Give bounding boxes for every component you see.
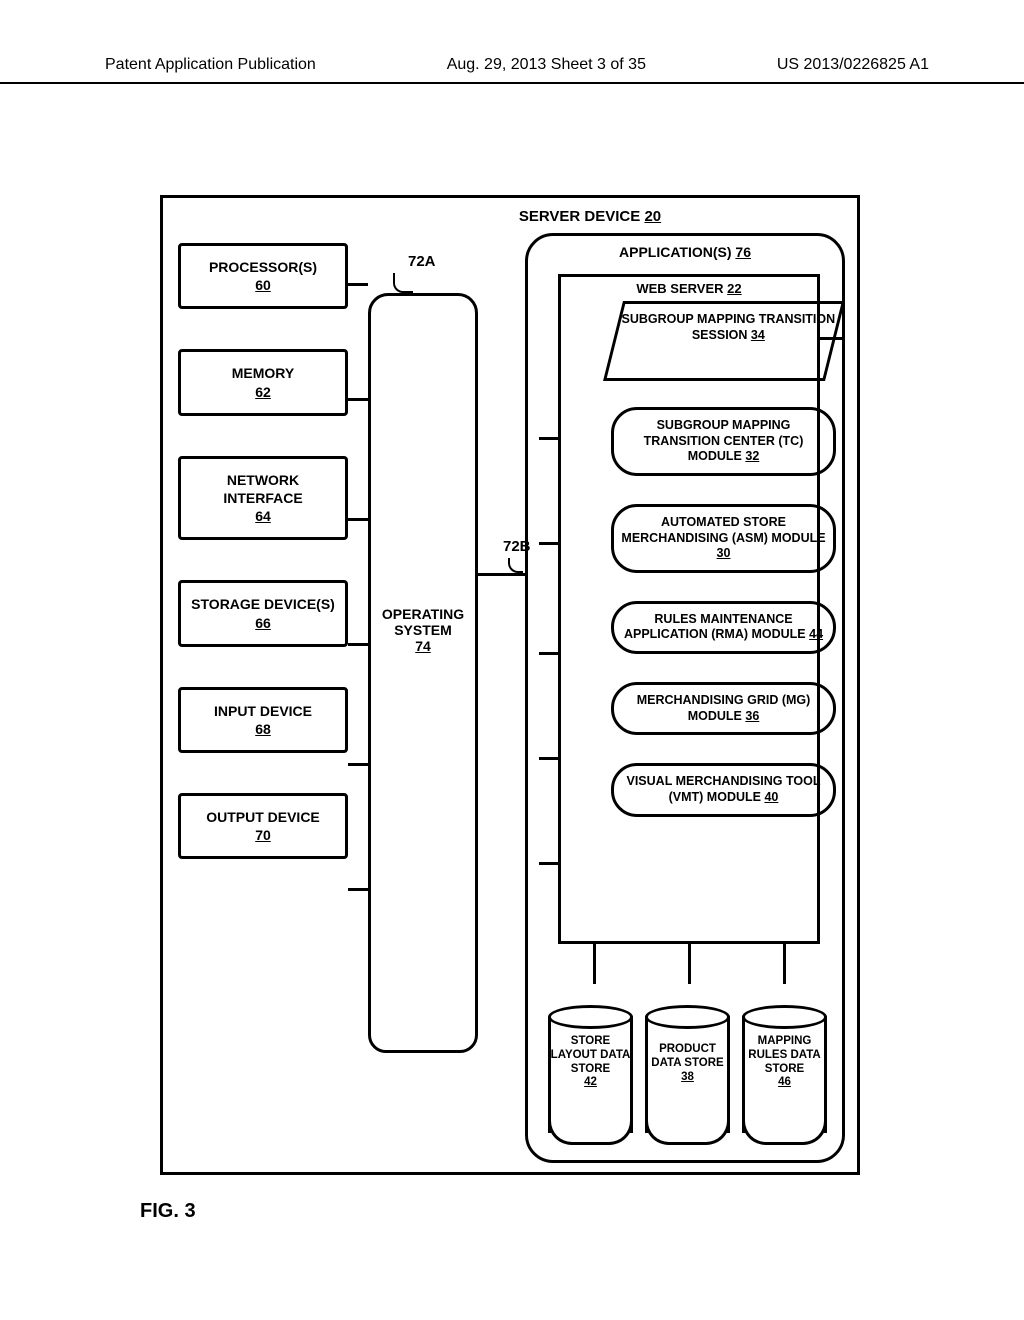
connector (348, 643, 368, 646)
connector (539, 862, 561, 865)
mapping-rules-datastore: MAPPING RULES DATA STORE46 (742, 1005, 830, 1145)
modules-stack: SUBGROUP MAPPING TRANSITION CENTER (TC) … (611, 407, 836, 845)
applications-box: APPLICATION(S) 76 WEB SERVER 22 SUBGROUP… (525, 233, 845, 1163)
rma-module: RULES MAINTENANCE APPLICATION (RMA) MODU… (611, 601, 836, 654)
connector (539, 652, 561, 655)
web-server-title: WEB SERVER 22 (561, 277, 817, 300)
tc-module: SUBGROUP MAPPING TRANSITION CENTER (TC) … (611, 407, 836, 476)
connector (348, 763, 368, 766)
bus-tick-72b (508, 558, 523, 573)
output-device-box: OUTPUT DEVICE70 (178, 793, 348, 859)
datastores-row: STORE LAYOUT DATA STORE42 PRODUCT DATA S… (548, 1005, 830, 1145)
product-datastore: PRODUCT DATA STORE38 (645, 1005, 733, 1145)
mg-module: MERCHANDISING GRID (MG) MODULE 36 (611, 682, 836, 735)
memory-box: MEMORY62 (178, 349, 348, 415)
operating-system-box: OPERATING SYSTEM74 (368, 293, 478, 1053)
bus-label-72a: 72A (408, 253, 436, 270)
header-right: US 2013/0226825 A1 (777, 56, 929, 74)
connector (348, 283, 368, 286)
connector (783, 944, 786, 984)
network-interface-box: NETWORK INTERFACE64 (178, 456, 348, 541)
figure-label: FIG. 3 (140, 1200, 196, 1223)
connector (348, 888, 368, 891)
processor-box: PROCESSOR(S)60 (178, 243, 348, 309)
header-left: Patent Application Publication (105, 56, 316, 74)
connector (539, 757, 561, 760)
connector (593, 944, 596, 984)
input-device-box: INPUT DEVICE68 (178, 687, 348, 753)
asm-module: AUTOMATED STORE MERCHANDISING (ASM) MODU… (611, 504, 836, 573)
server-device-diagram: SERVER DEVICE 20 PROCESSOR(S)60 MEMORY62… (160, 195, 860, 1175)
connector (820, 337, 842, 340)
server-title: SERVER DEVICE 20 (163, 198, 857, 230)
connector (539, 542, 561, 545)
hardware-column: PROCESSOR(S)60 MEMORY62 NETWORK INTERFAC… (178, 243, 348, 899)
web-server-box: WEB SERVER 22 SUBGROUP MAPPING TRANSITIO… (558, 274, 820, 944)
storage-devices-box: STORAGE DEVICE(S)66 (178, 580, 348, 646)
connector (478, 573, 528, 576)
connector (348, 518, 368, 521)
connector (539, 437, 561, 440)
applications-title: APPLICATION(S) 76 (528, 236, 842, 265)
header-center: Aug. 29, 2013 Sheet 3 of 35 (447, 56, 646, 74)
page-header: Patent Application Publication Aug. 29, … (0, 56, 1024, 84)
bus-tick-72a (393, 273, 413, 293)
store-layout-datastore: STORE LAYOUT DATA STORE42 (548, 1005, 636, 1145)
session-block: SUBGROUP MAPPING TRANSITION SESSION 34 (603, 301, 845, 381)
vmt-module: VISUAL MERCHANDISING TOOL (VMT) MODULE 4… (611, 763, 836, 816)
connector (688, 944, 691, 984)
connector (348, 398, 368, 401)
